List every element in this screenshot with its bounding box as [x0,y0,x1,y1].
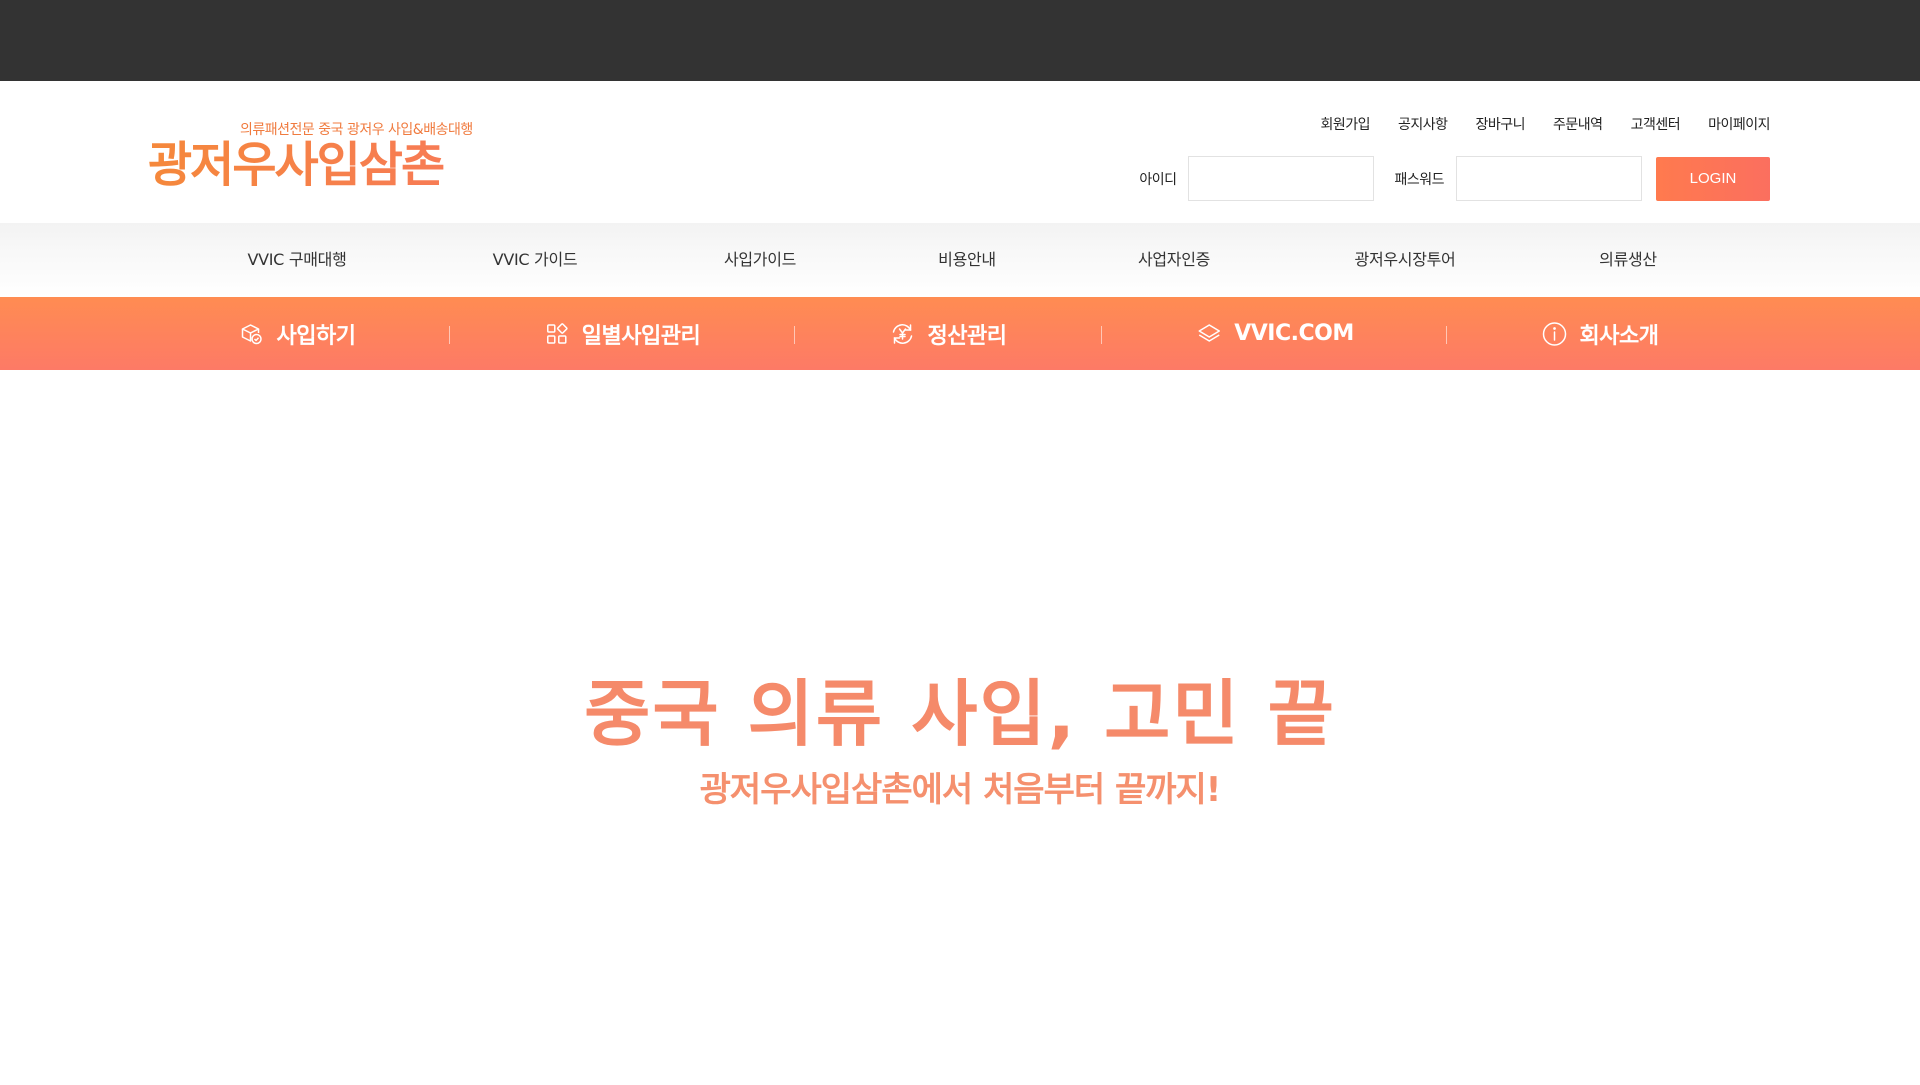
signup-link[interactable]: 회원가입 [1320,114,1370,134]
quick-nav-company[interactable]: 회사소개 [1542,297,1659,370]
layers-icon [1196,321,1222,347]
utility-links: 회원가입 공지사항 장바구니 주문내역 고객센터 마이페이지 [1320,114,1770,134]
hero-banner: 중국 의류 사입, 고민 끝 광저우사입삼촌에서 처음부터 끝까지! [0,370,1920,1085]
nav-vvic-purchase[interactable]: VVIC 구매대행 [247,223,346,297]
mypage-link[interactable]: 마이페이지 [1708,114,1770,134]
quick-nav-label: 회사소개 [1579,323,1659,349]
quick-nav-label: VVIC.COM [1234,321,1354,346]
quick-nav: 사입하기 일별사입관리 정산관리 VVIC.COM 회사소개 [0,297,1920,370]
nav-clothing-production[interactable]: 의류생산 [1599,223,1657,297]
quick-nav-buying[interactable]: 사입하기 [239,297,356,370]
divider [794,326,795,344]
quick-nav-settlement[interactable]: 정산관리 [890,297,1007,370]
quick-nav-daily-buying[interactable]: 일별사입관리 [544,297,701,370]
logo-title: 광저우사입삼촌 [148,139,588,191]
site-header: 의류패션전문 중국 광저우 사입&배송대행 광저우사입삼촌 회원가입 공지사항 … [0,81,1920,223]
hero-subtitle: 광저우사입삼촌에서 처음부터 끝까지! [699,770,1222,810]
nav-cost-info[interactable]: 비용안내 [938,223,996,297]
info-icon [1542,321,1568,347]
quick-nav-label: 일별사입관리 [581,323,701,349]
main-nav: VVIC 구매대행 VVIC 가이드 사입가이드 비용안내 사업자인증 광저우시… [0,223,1920,297]
nav-buying-guide[interactable]: 사입가이드 [724,223,796,297]
grid-icon [544,321,570,347]
cart-link[interactable]: 장바구니 [1476,114,1526,134]
password-input[interactable] [1456,156,1642,201]
divider [449,326,450,344]
order-history-link[interactable]: 주문내역 [1553,114,1603,134]
nav-vvic-guide[interactable]: VVIC 가이드 [493,223,578,297]
password-label: 패스워드 [1394,171,1444,188]
id-input[interactable] [1188,156,1375,201]
box-check-icon [239,321,265,347]
logo-tagline: 의류패션전문 중국 광저우 사입&배송대행 [240,122,473,138]
yen-cycle-icon [890,321,916,347]
quick-nav-label: 정산관리 [927,323,1007,349]
quick-nav-label: 사입하기 [276,323,356,349]
divider [1101,326,1102,344]
login-form: 아이디 패스워드 LOGIN [1139,156,1770,201]
site-logo[interactable]: 의류패션전문 중국 광저우 사입&배송대행 광저우사입삼촌 [148,119,588,191]
top-bar [0,0,1920,81]
nav-business-verification[interactable]: 사업자인증 [1138,223,1210,297]
quick-nav-vvic[interactable]: VVIC.COM [1196,297,1354,370]
customer-center-link[interactable]: 고객센터 [1631,114,1681,134]
nav-market-tour[interactable]: 광저우시장투어 [1355,223,1456,297]
notice-link[interactable]: 공지사항 [1398,114,1448,134]
hero-title: 중국 의류 사입, 고민 끝 [584,672,1336,756]
id-label: 아이디 [1139,171,1177,188]
login-button[interactable]: LOGIN [1656,156,1770,201]
divider [1446,326,1447,344]
